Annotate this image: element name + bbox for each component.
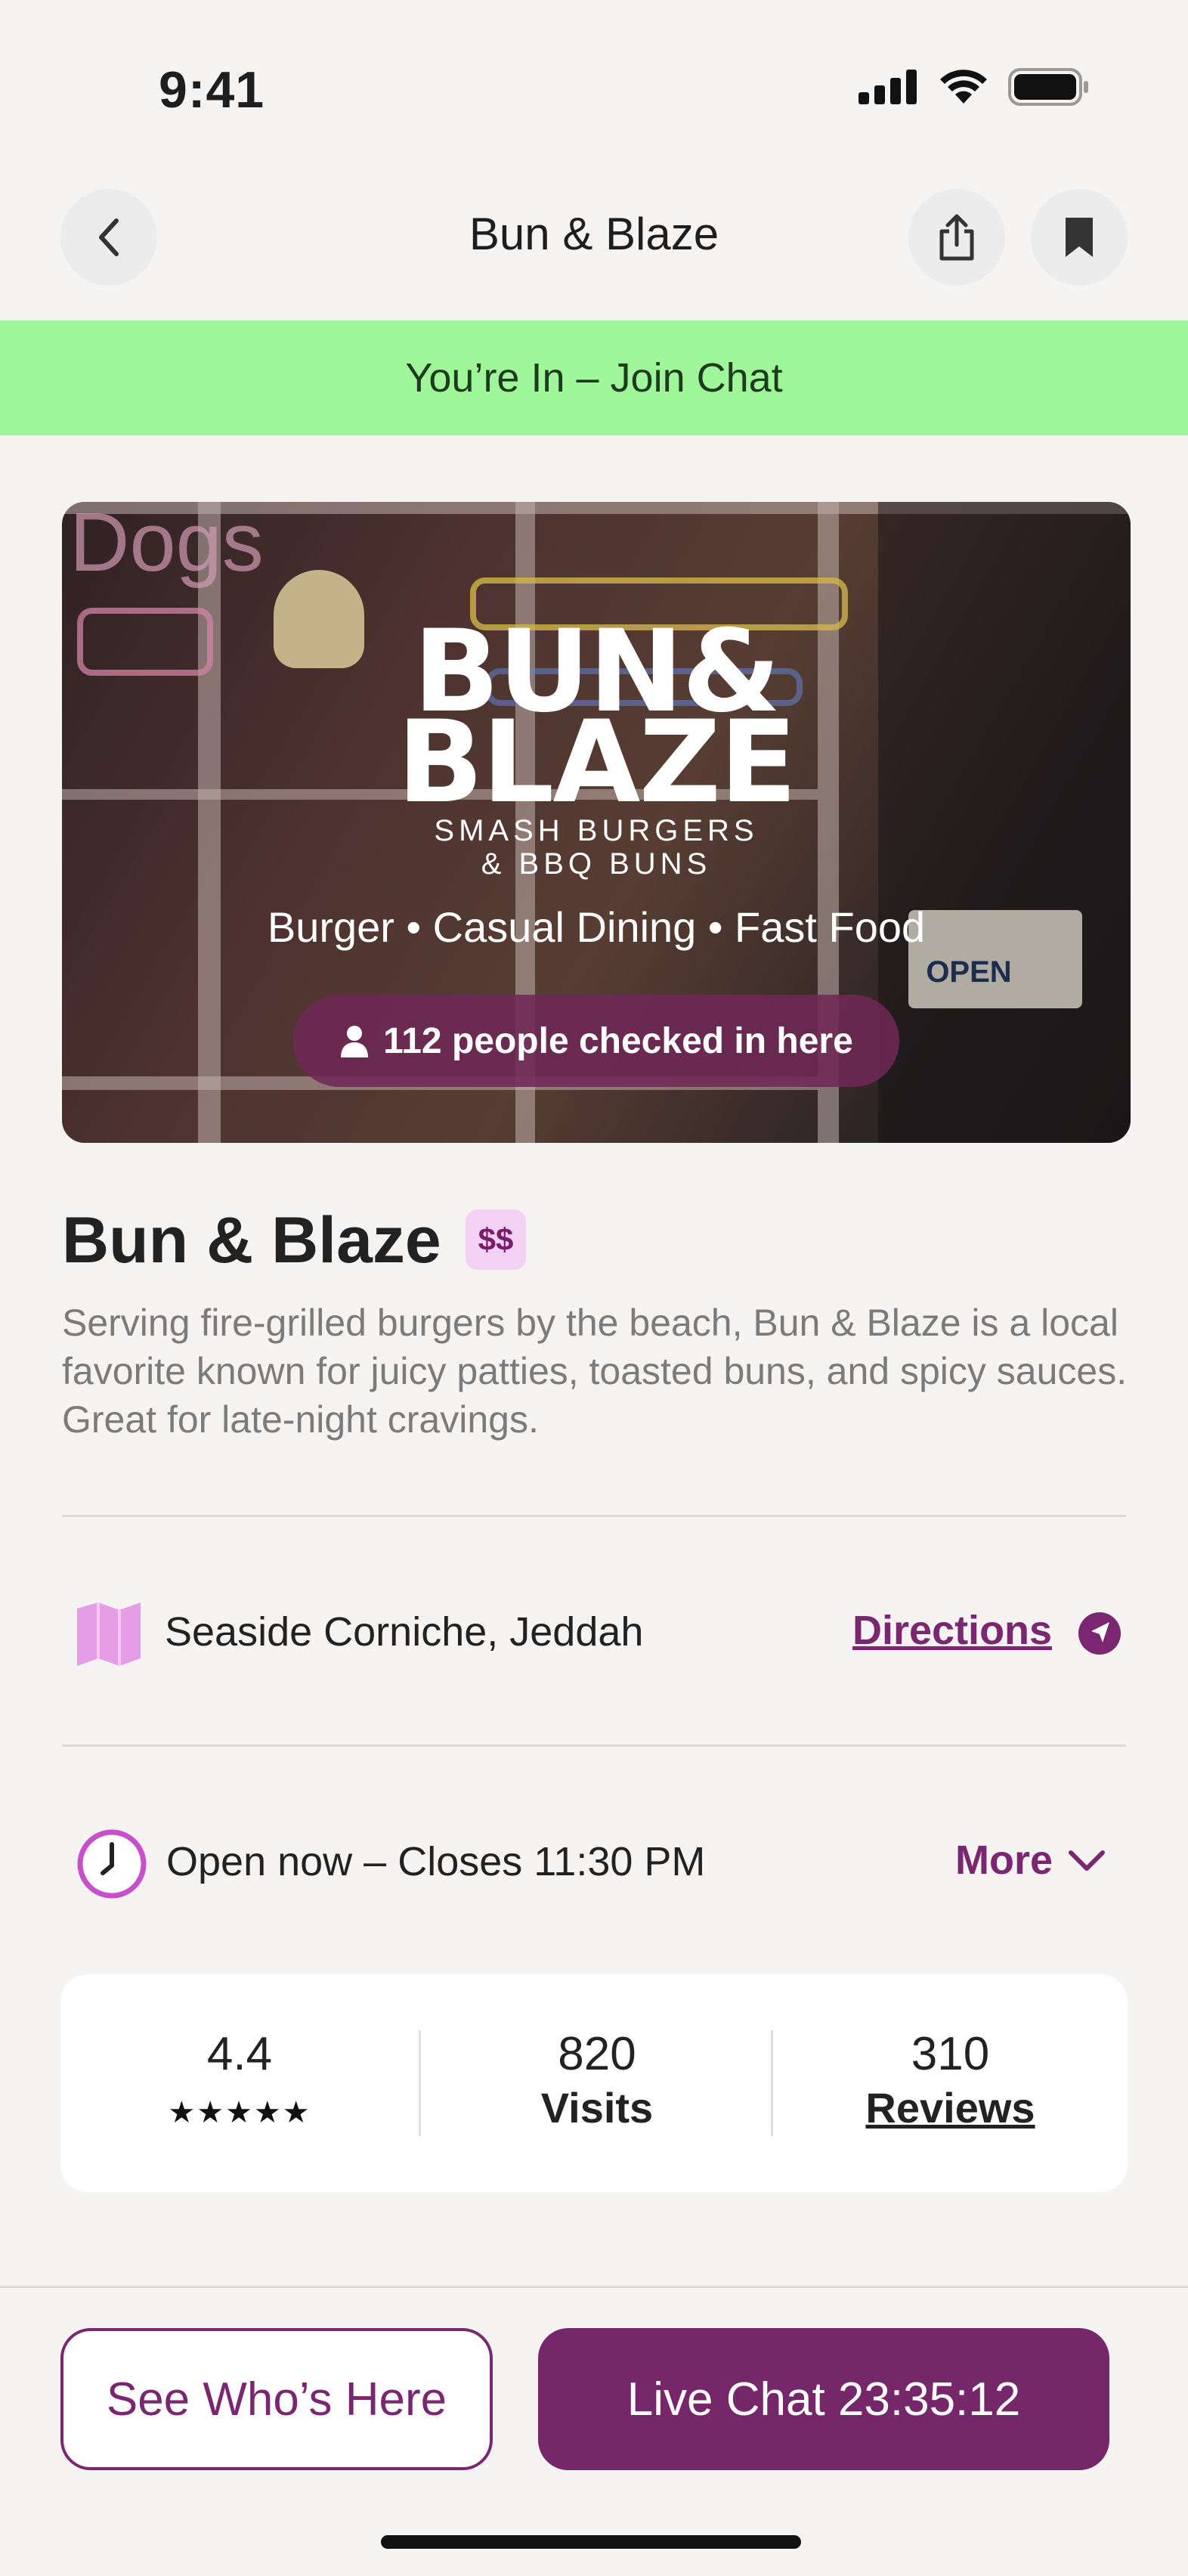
person-icon <box>341 1026 369 1057</box>
visits-stat: 820 Visits <box>421 1974 773 2192</box>
live-chat-button[interactable]: Live Chat 23:35:12 <box>538 2328 1109 2470</box>
reviews-value: 310 <box>911 2028 990 2080</box>
venue-name: Bun & Blaze <box>62 1204 441 1277</box>
more-label: More <box>955 1838 1053 1883</box>
wifi-icon <box>940 70 987 104</box>
directions-link[interactable]: Directions <box>852 1607 1052 1654</box>
see-whos-here-button[interactable]: See Who’s Here <box>60 2328 493 2470</box>
rating-value: 4.4 <box>206 2028 273 2080</box>
join-chat-banner[interactable]: You’re In – Join Chat <box>0 320 1188 435</box>
divider <box>62 1515 1126 1517</box>
cellular-signal-icon <box>859 70 917 104</box>
visits-value: 820 <box>558 2028 636 2080</box>
home-indicator[interactable] <box>381 2535 801 2549</box>
hero-logo-sub2: & BBQ BUNS <box>481 847 712 881</box>
rating-stars: ★★★★★ <box>168 2095 311 2130</box>
visits-label: Visits <box>540 2084 654 2132</box>
share-icon <box>939 214 974 261</box>
bottom-divider <box>0 2286 1188 2288</box>
rating-stat: 4.4 ★★★★★ <box>60 1974 419 2192</box>
status-time: 9:41 <box>159 61 265 119</box>
bookmark-button[interactable] <box>1031 189 1128 286</box>
hero-logo-sub1: SMASH BURGERS <box>434 814 759 847</box>
navigation-arrow-icon[interactable] <box>1078 1612 1121 1655</box>
status-icons <box>859 68 1090 106</box>
address-text: Seaside Corniche, Jeddah <box>165 1609 644 1655</box>
battery-icon <box>1008 68 1088 106</box>
more-hours-button[interactable]: More <box>955 1837 1106 1884</box>
hero-categories: Burger • Casual Dining • Fast Food <box>267 903 926 951</box>
chevron-down-icon <box>1069 1850 1106 1871</box>
stats-card: 4.4 ★★★★★ 820 Visits 310 Reviews <box>60 1974 1128 2192</box>
divider <box>62 1745 1126 1747</box>
reviews-stat[interactable]: 310 Reviews <box>773 1974 1128 2192</box>
page-title: Bun & Blaze <box>469 209 719 259</box>
share-button[interactable] <box>908 189 1005 286</box>
bookmark-icon <box>1066 218 1093 257</box>
venue-description: Serving fire-grilled burgers by the beac… <box>62 1302 1128 1441</box>
hours-status: Open now – Closes 11:30 PM <box>166 1839 706 1884</box>
clock-icon <box>77 1829 147 1899</box>
reviews-link[interactable]: Reviews <box>773 2083 1128 2132</box>
checkin-pill[interactable]: 112 people checked in here <box>293 995 899 1087</box>
checkin-text: 112 people checked in here <box>383 1020 853 1061</box>
map-icon <box>77 1602 141 1666</box>
hero-image: Dogs OPEN BUN& BLAZE SMASH BURGERS & BBQ… <box>62 502 1131 1143</box>
hero-logo-line2: BLAZE <box>397 697 797 828</box>
price-badge: $$ <box>466 1209 526 1270</box>
